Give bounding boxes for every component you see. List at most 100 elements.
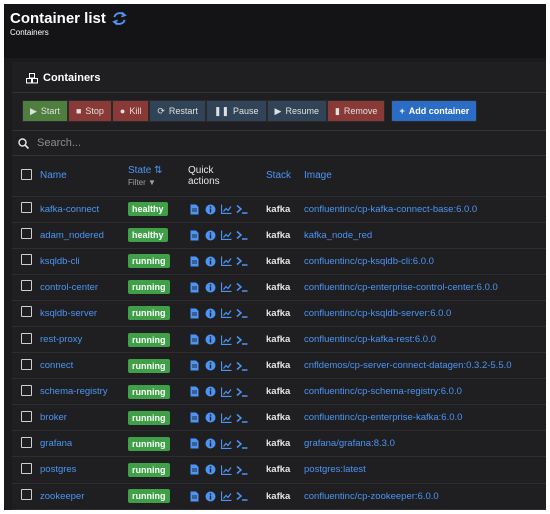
info-icon[interactable] xyxy=(204,464,216,476)
container-name-link[interactable]: control-center xyxy=(40,282,98,293)
console-icon[interactable] xyxy=(236,360,248,372)
image-link[interactable]: confluentinc/cp-kafka-connect-base:6.0.0 xyxy=(304,204,477,215)
image-link[interactable]: confluentinc/cp-zookeeper:6.0.0 xyxy=(304,491,439,502)
row-checkbox[interactable] xyxy=(21,306,32,318)
column-name-header[interactable]: Name xyxy=(40,170,67,181)
logs-icon[interactable] xyxy=(188,307,200,319)
console-icon[interactable] xyxy=(236,412,248,424)
info-icon[interactable] xyxy=(204,255,216,267)
info-icon[interactable] xyxy=(204,334,216,346)
filter-button[interactable]: Filter ▼ xyxy=(128,178,188,187)
row-checkbox[interactable] xyxy=(21,202,32,214)
stats-icon[interactable] xyxy=(220,203,232,215)
container-name-link[interactable]: rest-proxy xyxy=(40,334,82,345)
row-checkbox[interactable] xyxy=(21,358,32,370)
container-name-link[interactable]: connect xyxy=(40,360,73,371)
row-checkbox[interactable] xyxy=(21,436,32,448)
info-icon[interactable] xyxy=(204,229,216,241)
info-icon[interactable] xyxy=(204,386,216,398)
image-link[interactable]: confluentinc/cp-ksqldb-server:6.0.0 xyxy=(304,308,451,319)
container-name-link[interactable]: broker xyxy=(40,412,67,423)
console-icon[interactable] xyxy=(236,229,248,241)
logs-icon[interactable] xyxy=(188,229,200,241)
container-name-link[interactable]: zookeeper xyxy=(40,491,84,502)
search-input[interactable]: Search... xyxy=(37,137,81,149)
container-name-link[interactable]: schema-registry xyxy=(40,386,108,397)
console-icon[interactable] xyxy=(236,307,248,319)
image-link[interactable]: confluentinc/cp-enterprise-control-cente… xyxy=(304,282,498,293)
row-checkbox[interactable] xyxy=(21,410,32,422)
row-checkbox[interactable] xyxy=(21,384,32,396)
container-name-link[interactable]: ksqldb-server xyxy=(40,308,97,319)
info-icon[interactable] xyxy=(204,412,216,424)
info-icon[interactable] xyxy=(204,490,216,502)
container-name-link[interactable]: kafka-connect xyxy=(40,204,99,215)
logs-icon[interactable] xyxy=(188,334,200,346)
container-name-link[interactable]: adam_nodered xyxy=(40,230,104,241)
logs-icon[interactable] xyxy=(188,464,200,476)
logs-icon[interactable] xyxy=(188,360,200,372)
stop-button[interactable]: ■ Stop xyxy=(67,100,112,122)
console-icon[interactable] xyxy=(236,255,248,267)
logs-icon[interactable] xyxy=(188,255,200,267)
column-stack-header[interactable]: Stack xyxy=(266,170,291,181)
container-name-link[interactable]: grafana xyxy=(40,438,72,449)
container-name-link[interactable]: ksqldb-cli xyxy=(40,256,80,267)
add-container-button[interactable]: + Add container xyxy=(391,100,478,122)
refresh-icon[interactable] xyxy=(112,11,127,26)
row-checkbox[interactable] xyxy=(21,489,32,501)
start-button[interactable]: ▶ Start xyxy=(22,100,68,122)
logs-icon[interactable] xyxy=(188,438,200,450)
row-checkbox[interactable] xyxy=(21,280,32,292)
resume-button[interactable]: ▶ Resume xyxy=(266,100,327,122)
row-checkbox[interactable] xyxy=(21,228,32,240)
logs-icon[interactable] xyxy=(188,281,200,293)
pause-button[interactable]: ❚❚ Pause xyxy=(205,100,267,122)
info-icon[interactable] xyxy=(204,360,216,372)
console-icon[interactable] xyxy=(236,281,248,293)
stats-icon[interactable] xyxy=(220,334,232,346)
image-link[interactable]: postgres:latest xyxy=(304,464,366,475)
stats-icon[interactable] xyxy=(220,281,232,293)
image-link[interactable]: confluentinc/cp-schema-registry:6.0.0 xyxy=(304,386,462,397)
remove-button[interactable]: ▮ Remove xyxy=(326,100,386,122)
stats-icon[interactable] xyxy=(220,412,232,424)
console-icon[interactable] xyxy=(236,203,248,215)
info-icon[interactable] xyxy=(204,281,216,293)
stats-icon[interactable] xyxy=(220,386,232,398)
row-checkbox[interactable] xyxy=(21,462,32,474)
column-state-header[interactable]: State ⇅ xyxy=(128,165,163,176)
info-icon[interactable] xyxy=(204,307,216,319)
image-link[interactable]: confluentinc/cp-kafka-rest:6.0.0 xyxy=(304,334,436,345)
logs-icon[interactable] xyxy=(188,490,200,502)
info-icon[interactable] xyxy=(204,203,216,215)
stats-icon[interactable] xyxy=(220,229,232,241)
search-bar[interactable]: Search... xyxy=(12,130,546,156)
stats-icon[interactable] xyxy=(220,464,232,476)
console-icon[interactable] xyxy=(236,490,248,502)
container-name-link[interactable]: postgres xyxy=(40,464,76,475)
logs-icon[interactable] xyxy=(188,412,200,424)
logs-icon[interactable] xyxy=(188,203,200,215)
image-link[interactable]: grafana/grafana:8.3.0 xyxy=(304,438,395,449)
stats-icon[interactable] xyxy=(220,255,232,267)
image-link[interactable]: cnfldemos/cp-server-connect-datagen:0.3.… xyxy=(304,360,512,371)
console-icon[interactable] xyxy=(236,438,248,450)
info-icon[interactable] xyxy=(204,438,216,450)
console-icon[interactable] xyxy=(236,464,248,476)
row-checkbox[interactable] xyxy=(21,332,32,344)
image-link[interactable]: confluentinc/cp-enterprise-kafka:6.0.0 xyxy=(304,412,462,423)
logs-icon[interactable] xyxy=(188,386,200,398)
column-image-header[interactable]: Image xyxy=(304,170,332,181)
row-checkbox[interactable] xyxy=(21,254,32,266)
kill-button[interactable]: ● Kill xyxy=(111,100,150,122)
restart-button[interactable]: ⟳ Restart xyxy=(149,100,206,122)
stats-icon[interactable] xyxy=(220,438,232,450)
stats-icon[interactable] xyxy=(220,307,232,319)
console-icon[interactable] xyxy=(236,386,248,398)
stats-icon[interactable] xyxy=(220,360,232,372)
image-link[interactable]: kafka_node_red xyxy=(304,230,372,241)
console-icon[interactable] xyxy=(236,334,248,346)
stats-icon[interactable] xyxy=(220,490,232,502)
select-all-checkbox[interactable] xyxy=(21,168,32,180)
